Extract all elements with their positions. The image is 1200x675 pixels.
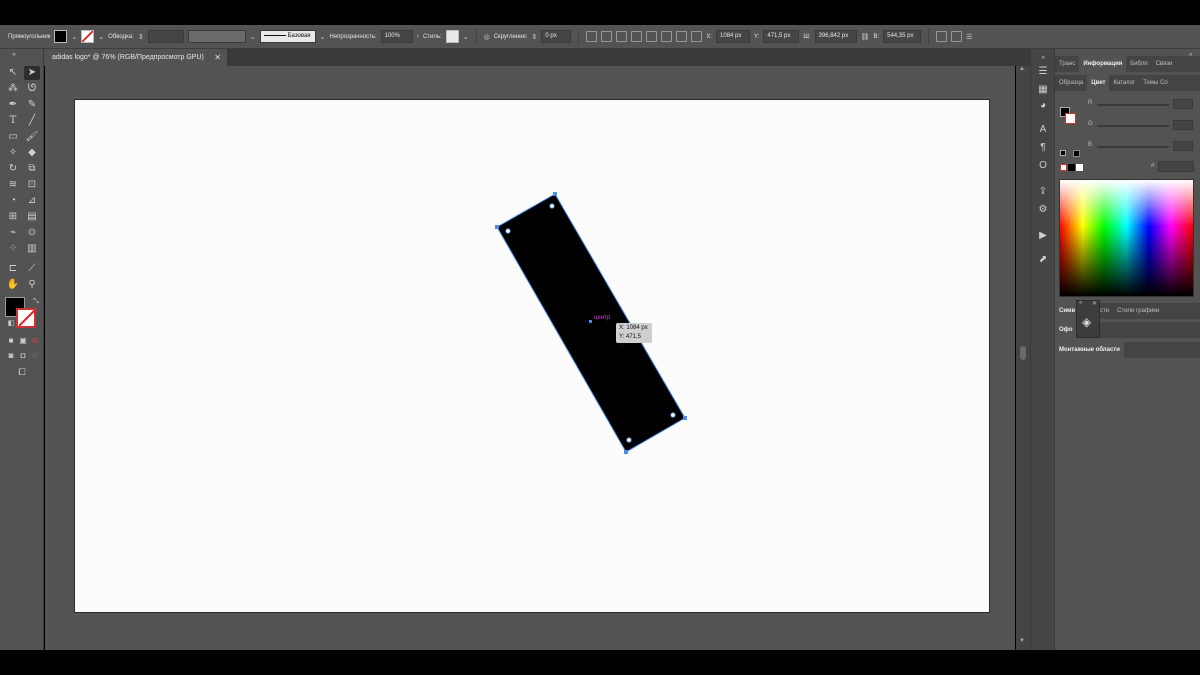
actions-icon[interactable]: ▶ [1036,229,1050,243]
vertical-scrollbar[interactable]: ▲ ▼ [1016,66,1030,650]
slider-r-field[interactable] [1173,99,1193,109]
anchor-point[interactable] [553,192,557,196]
slider-g-field[interactable] [1173,120,1193,130]
none-swatch[interactable] [1060,164,1067,171]
scroll-up-icon[interactable]: ▲ [1019,66,1025,72]
strip-collapse-icon[interactable]: « [1036,51,1050,65]
corner-widget[interactable] [626,437,632,443]
smart-guide-center-label: центр [594,315,611,321]
slider-g[interactable] [1097,125,1169,127]
tab-artboards[interactable]: Монтажные области [1055,342,1124,358]
slider-r[interactable] [1097,104,1169,106]
corner-widget[interactable] [505,228,511,234]
tooltip-x: X: 1084 px [619,325,648,331]
panel-icon-strip: « ☰ ▦ ◕ A ¶ O ⇪ ⚙ ▶ ⬈ [1030,49,1054,650]
appearance-icon[interactable]: ◕ [1036,99,1050,113]
slider-label-r: R [1088,100,1093,106]
opentype-icon[interactable]: O [1036,159,1050,173]
anchor-point[interactable] [683,416,687,420]
tab-swatches[interactable]: Образца [1055,75,1087,91]
out-of-gamut-box[interactable] [1060,150,1066,156]
slider-label-b: B [1088,142,1093,148]
tooltip-y: Y: 471,5 px [619,334,642,349]
tab-graphic-styles[interactable]: Стили графики [1113,303,1163,319]
tab-libraries[interactable]: Библи [1126,56,1151,72]
color-stroke-box[interactable] [1065,113,1076,124]
panel-tabs-transform: Транс Информация Библи Связи [1055,56,1200,72]
hex-label: # [1151,163,1155,169]
slider-b-field[interactable] [1173,141,1193,151]
scroll-down-icon[interactable]: ▼ [1019,638,1025,644]
float-collapse-icon[interactable]: « [1079,300,1082,306]
scrollbar-thumb[interactable] [1020,346,1026,360]
properties-icon[interactable]: ⚙ [1036,203,1050,217]
paragraph-icon[interactable]: ¶ [1036,141,1050,155]
links-icon[interactable]: ⬈ [1036,253,1050,267]
right-panel: » Транс Информация Библи Связи Образца Ц… [1054,49,1200,650]
web-safe-box[interactable] [1073,150,1080,157]
tab-transform[interactable]: Транс [1055,56,1079,72]
slider-b[interactable] [1097,146,1169,148]
panel-tabs-color: Образца Цвет Каталог Темы Co [1055,75,1200,91]
anchor-point[interactable] [624,450,628,454]
menu-icon[interactable]: ☰ [1036,65,1050,79]
center-point[interactable] [589,320,592,323]
character-icon[interactable]: A [1036,123,1050,137]
layers-icon[interactable]: ◈ [1082,315,1091,329]
black-swatch[interactable] [1068,164,1075,171]
swatches-icon[interactable]: ▦ [1036,83,1050,97]
tab-info[interactable]: Информация [1079,56,1127,72]
tab-color-themes[interactable]: Темы Co [1139,75,1171,91]
tab-color-guide[interactable]: Каталог [1109,75,1139,91]
tab-color[interactable]: Цвет [1087,75,1110,91]
color-spectrum[interactable] [1059,179,1194,297]
panel-tabs-artboards: Монтажные области [1055,342,1200,358]
anchor-point[interactable] [495,225,499,229]
tab-appearance[interactable]: Офо [1055,322,1077,338]
layers-floating-panel: « ✕ ◈ [1076,300,1100,338]
coordinate-tooltip: X: 1084 px Y: 471,5 px [616,323,652,349]
float-close-icon[interactable]: ✕ [1092,300,1097,307]
corner-widget[interactable] [549,203,555,209]
slider-label-g: G [1088,121,1093,127]
hex-field[interactable] [1158,161,1194,172]
corner-widget[interactable] [670,412,676,418]
white-swatch[interactable] [1076,164,1083,171]
tab-links[interactable]: Связи [1152,56,1177,72]
export-icon[interactable]: ⇪ [1036,185,1050,199]
